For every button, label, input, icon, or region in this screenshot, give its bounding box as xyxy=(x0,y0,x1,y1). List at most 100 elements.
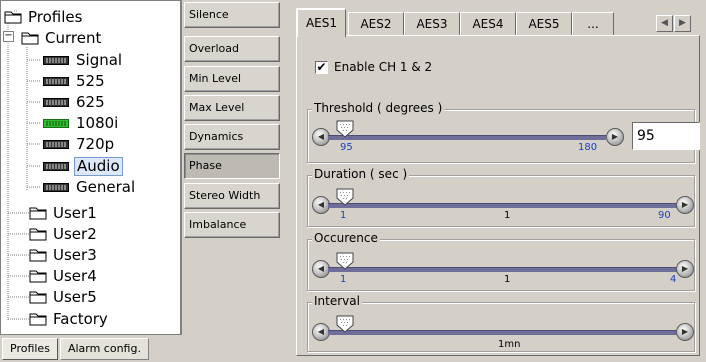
tree-item-label: 525 xyxy=(76,71,105,90)
threshold-max-label: 180 xyxy=(578,142,598,153)
folder-icon xyxy=(29,227,47,241)
folder-icon xyxy=(29,290,47,304)
tab-aes1[interactable]: AES1 xyxy=(296,8,346,37)
enable-ch-row[interactable]: ✔ Enable CH 1 & 2 xyxy=(315,60,432,74)
tree-item-1080i[interactable]: 1080i xyxy=(43,113,120,133)
threshold-slider-track[interactable] xyxy=(328,135,606,140)
tree-item-525[interactable]: 525 xyxy=(43,71,107,91)
tree-item-label: General xyxy=(76,177,136,196)
category-dynamics-button[interactable]: Dynamics xyxy=(184,124,280,150)
arrow-right-icon: ▶ xyxy=(681,327,689,336)
interval-title: Interval xyxy=(312,294,362,308)
threshold-slider-thumb[interactable] xyxy=(336,120,354,138)
arrow-left-icon: ◀ xyxy=(317,132,325,141)
aes-tab-strip: AES1 AES2 AES3 AES4 AES5 ... ◀ ▶ xyxy=(296,8,700,37)
tab-aes3[interactable]: AES3 xyxy=(404,12,460,36)
interval-increase-button[interactable]: ▶ xyxy=(676,323,694,341)
slider-thumb-icon xyxy=(336,188,354,206)
tree-item-current[interactable]: Current xyxy=(21,28,103,48)
tree-item-label: Signal xyxy=(76,50,123,69)
tab-aes4[interactable]: AES4 xyxy=(460,12,516,36)
tree-item-general[interactable]: General xyxy=(43,177,137,197)
tree-item-factory[interactable]: Factory xyxy=(29,309,110,329)
duration-increase-button[interactable]: ▶ xyxy=(676,196,694,214)
tree-item-user1[interactable]: User1 xyxy=(29,203,99,223)
device-card-icon xyxy=(43,76,69,86)
occurence-slider-track[interactable] xyxy=(328,267,678,272)
tree-item-user4[interactable]: User4 xyxy=(29,266,99,286)
tree-item-audio[interactable]: Audio xyxy=(43,156,123,176)
tree-item-profiles[interactable]: Profiles xyxy=(4,7,84,27)
tab-scroll-left-icon[interactable]: ◀ xyxy=(656,15,673,32)
category-stereo-width-button[interactable]: Stereo Width xyxy=(184,183,280,209)
threshold-value-input[interactable]: 95 xyxy=(632,122,700,150)
device-card-icon xyxy=(43,139,69,149)
arrow-left-icon: ◀ xyxy=(317,327,325,336)
device-card-icon xyxy=(43,97,69,107)
threshold-title: Threshold ( degrees ) xyxy=(312,101,445,115)
enable-ch-checkbox[interactable]: ✔ xyxy=(315,60,328,74)
tab-profiles[interactable]: Profiles xyxy=(2,338,58,360)
tab-scroll-right-icon[interactable]: ▶ xyxy=(674,15,691,32)
interval-current-label: 1mn xyxy=(498,339,521,350)
category-overload-button[interactable]: Overload xyxy=(184,36,280,62)
duration-slider-track[interactable] xyxy=(328,203,678,208)
tab-aes2[interactable]: AES2 xyxy=(348,12,404,36)
device-card-icon xyxy=(43,182,69,192)
tree-item-label: 1080i xyxy=(76,113,119,132)
folder-icon xyxy=(29,206,47,220)
arrow-left-icon: ◀ xyxy=(317,264,325,273)
occurence-title: Occurence xyxy=(312,231,380,245)
threshold-increase-button[interactable]: ▶ xyxy=(606,128,624,146)
tree-item-label: 625 xyxy=(76,92,105,111)
occurence-increase-button[interactable]: ▶ xyxy=(676,260,694,278)
tree-item-720p[interactable]: 720p xyxy=(43,134,116,154)
category-silence-button[interactable]: Silence xyxy=(184,2,280,28)
slider-thumb-icon xyxy=(336,120,354,138)
tree-item-label: User4 xyxy=(53,266,97,285)
tree-item-signal[interactable]: Signal xyxy=(43,50,124,70)
profile-tree: Profiles − Current Signal 525 625 1080i xyxy=(0,0,182,335)
occurence-group: Occurence ◀ ▶ 1 1 4 xyxy=(307,231,695,291)
occurence-slider-thumb[interactable] xyxy=(336,252,354,270)
tree-item-label: User5 xyxy=(53,287,97,306)
slider-thumb-icon xyxy=(336,252,354,270)
device-card-icon xyxy=(43,55,69,65)
phase-settings-panel: AES1 AES2 AES3 AES4 AES5 ... ◀ ▶ ✔ Enabl… xyxy=(290,2,704,360)
tree-item-label: Profiles xyxy=(28,7,83,26)
folder-icon xyxy=(29,312,47,326)
threshold-group: Threshold ( degrees ) ◀ ▶ 95 180 95 xyxy=(307,101,700,163)
tree-item-label: Audio xyxy=(74,156,123,176)
interval-slider-track[interactable] xyxy=(328,330,678,335)
arrow-right-icon: ▶ xyxy=(681,200,689,209)
interval-slider-thumb[interactable] xyxy=(336,315,354,333)
enable-ch-label: Enable CH 1 & 2 xyxy=(334,60,433,74)
occurence-min-label: 1 xyxy=(340,274,347,285)
category-imbalance-button[interactable]: Imbalance xyxy=(184,212,280,238)
bottom-tab-bar: Profiles Alarm config. xyxy=(0,336,182,362)
tab-aes5[interactable]: AES5 xyxy=(516,12,572,36)
tree-item-user5[interactable]: User5 xyxy=(29,287,99,307)
category-phase-button[interactable]: Phase xyxy=(184,153,280,179)
arrow-right-icon: ▶ xyxy=(681,264,689,273)
category-min-level-button[interactable]: Min Level xyxy=(184,66,280,92)
tree-item-user2[interactable]: User2 xyxy=(29,224,99,244)
tab-more[interactable]: ... xyxy=(572,12,614,36)
duration-title: Duration ( sec ) xyxy=(312,167,410,181)
tree-item-label: Factory xyxy=(53,309,108,328)
tree-item-label: User2 xyxy=(53,224,97,243)
tree-item-625[interactable]: 625 xyxy=(43,92,107,112)
duration-current-label: 1 xyxy=(504,210,511,221)
duration-min-label: 1 xyxy=(340,210,347,221)
tree-item-label: User3 xyxy=(53,245,97,264)
folder-icon xyxy=(29,269,47,283)
category-button-column: Silence Overload Min Level Max Level Dyn… xyxy=(184,2,284,360)
arrow-left-icon: ◀ xyxy=(317,200,325,209)
category-max-level-button[interactable]: Max Level xyxy=(184,95,280,121)
tree-item-label: Current xyxy=(45,28,102,47)
duration-slider-thumb[interactable] xyxy=(336,188,354,206)
tab-alarm-config[interactable]: Alarm config. xyxy=(59,338,149,360)
collapse-toggle[interactable]: − xyxy=(3,31,14,42)
duration-group: Duration ( sec ) ◀ ▶ 1 1 90 xyxy=(307,167,695,227)
tree-item-user3[interactable]: User3 xyxy=(29,245,99,265)
